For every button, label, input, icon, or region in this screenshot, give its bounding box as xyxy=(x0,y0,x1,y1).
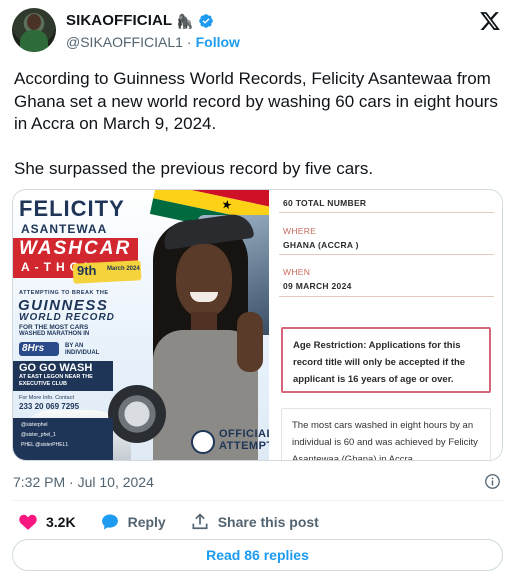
x-logo-icon[interactable] xyxy=(479,10,501,32)
divider-line xyxy=(279,296,494,297)
user-handle[interactable]: @SIKAOFFICIAL1 xyxy=(66,34,183,50)
gorilla-emoji-icon: 🦍 xyxy=(176,12,194,29)
car-wheel xyxy=(108,385,166,443)
divider-line xyxy=(279,254,494,255)
tweet-text: According to Guinness World Records, Fel… xyxy=(14,68,504,180)
follow-button[interactable]: Follow xyxy=(196,34,240,50)
poster-name: FELICITY xyxy=(19,196,125,221)
gogo-location: AT EAST LEGON NEAR THE EXECUTIVE CLUB xyxy=(19,374,93,387)
avatar-head xyxy=(27,14,41,30)
tweet-paragraph-1: According to Guinness World Records, Fel… xyxy=(14,69,498,133)
marathon-text: WASHED MARATHON IN xyxy=(19,331,90,337)
avatar[interactable] xyxy=(12,8,56,52)
when-label: WHEN xyxy=(283,267,311,277)
reply-button[interactable]: Reply xyxy=(100,512,166,532)
event-poster: ★ FELICITY ASANTEWAA WASHCAR A-THON 9th … xyxy=(13,190,288,460)
like-button[interactable]: 3.2K xyxy=(18,512,76,532)
age-restriction-notice: Age Restriction: Applications for this r… xyxy=(281,327,491,393)
tweet-media-image[interactable]: ★ FELICITY ASANTEWAA WASHCAR A-THON 9th … xyxy=(12,189,503,461)
attempt-text: ATTEMPTING TO BREAK THE xyxy=(19,290,109,296)
handle-row: @SIKAOFFICIAL1 · Follow xyxy=(66,34,240,50)
divider-line xyxy=(279,212,494,213)
record-details-panel: 60 TOTAL NUMBER WHERE GHANA (ACCRA ) WHE… xyxy=(269,190,502,460)
divider xyxy=(12,500,503,501)
read-replies-button[interactable]: Read 86 replies xyxy=(12,539,503,571)
edition-date: March 2024 xyxy=(107,266,140,272)
share-upload-icon xyxy=(192,513,208,530)
when-value: 09 MARCH 2024 xyxy=(283,281,352,291)
share-button[interactable]: Share this post xyxy=(190,512,319,532)
social-handle: PHEL @sisterPHEL1 xyxy=(21,442,69,448)
reply-bubble-icon xyxy=(101,514,118,530)
gwr-seal-icon xyxy=(191,430,215,454)
most-cars-text: FOR THE MOST CARS xyxy=(19,324,89,331)
washcar-title: WASHCAR xyxy=(19,238,132,259)
edition-label: 9th xyxy=(77,263,97,278)
poster-surname: ASANTEWAA xyxy=(21,222,108,236)
record-summary: The most cars washed in eight hours by a… xyxy=(281,408,491,460)
tweet-timestamp[interactable]: 7:32 PM · Jul 10, 2024 xyxy=(13,474,154,490)
world-record-text: WORLD RECORD xyxy=(19,312,115,323)
social-handle: @sisterphel xyxy=(21,422,48,428)
separator-dot: · xyxy=(186,34,192,50)
gogo-title: GO GO WASH xyxy=(19,362,93,374)
like-count: 3.2K xyxy=(46,514,76,530)
share-label: Share this post xyxy=(217,514,319,530)
social-handle: @sister_phel_1 xyxy=(21,432,56,438)
contact-phone: 233 20 069 7295 xyxy=(19,402,80,411)
info-icon[interactable] xyxy=(484,473,501,490)
official-line: OFFICIAL xyxy=(219,428,274,440)
heart-icon xyxy=(19,514,37,530)
official-attempt-label: OFFICIAL ATTEMPT xyxy=(219,428,274,452)
individual-text: BY AN INDIVIDUAL xyxy=(65,343,100,356)
contact-label: For More Info. Contact xyxy=(19,395,75,401)
tweet-paragraph-2: She surpassed the previous record by fiv… xyxy=(14,158,374,178)
total-number-value: 60 TOTAL NUMBER xyxy=(283,198,367,208)
action-bar: 3.2K Reply Share this post xyxy=(18,510,343,534)
avatar-body xyxy=(20,30,48,52)
hours-label: 8Hrs xyxy=(22,343,45,354)
verified-badge-icon xyxy=(198,13,213,28)
where-value: GHANA (ACCRA ) xyxy=(283,240,359,250)
name-row: SIKAOFFICIAL 🦍 xyxy=(66,12,214,29)
display-name[interactable]: SIKAOFFICIAL xyxy=(66,12,172,29)
tweet-header: SIKAOFFICIAL 🦍 @SIKAOFFICIAL1 · Follow xyxy=(12,6,503,58)
where-label: WHERE xyxy=(283,226,317,236)
attempt-line: ATTEMPT xyxy=(219,440,274,452)
reply-label: Reply xyxy=(127,514,166,530)
